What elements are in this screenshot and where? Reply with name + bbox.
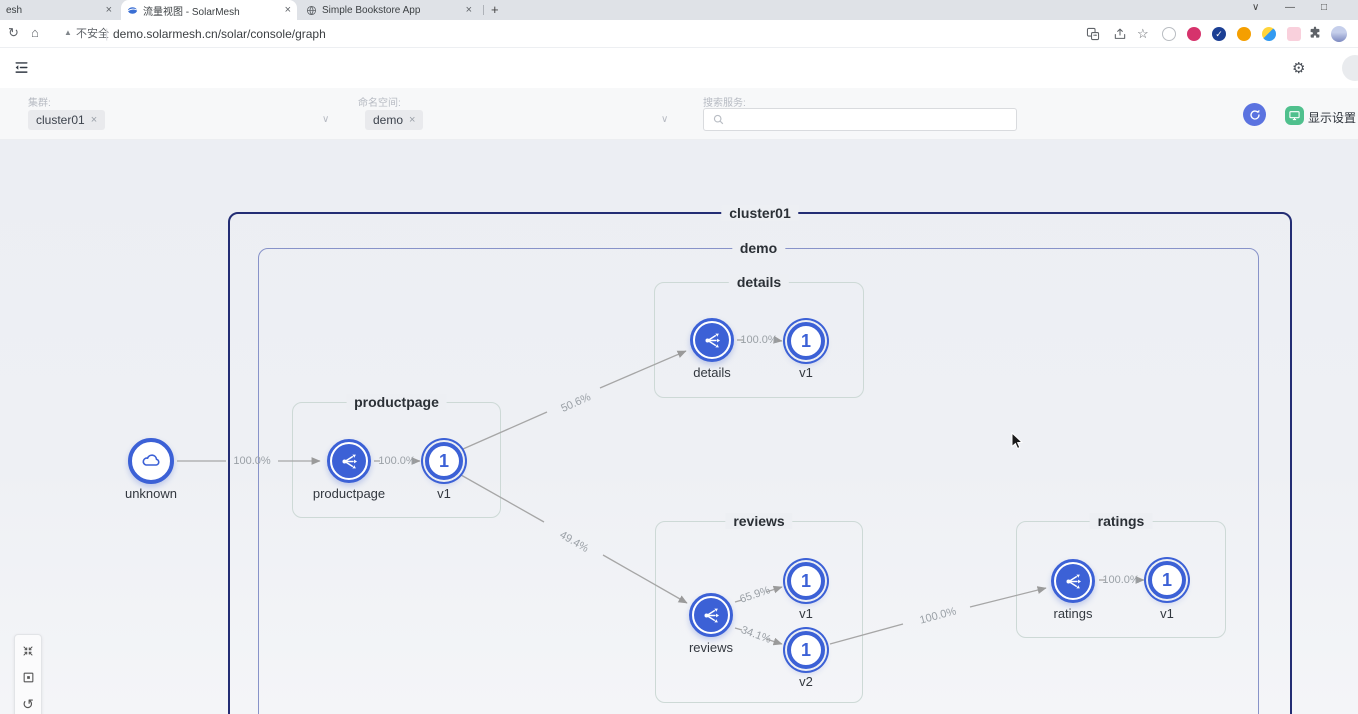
search-filter-label: 搜索服务: [703,94,746,109]
chevron-down-icon[interactable]: ∨ [322,114,329,125]
warning-icon: ▲ [64,28,72,38]
tab-title: 流量视图 - SolarMesh [143,3,280,18]
namespace-tag[interactable]: demo × [365,110,423,130]
version-count-badge: 1 [439,451,449,472]
node-reviews[interactable] [689,593,733,637]
cluster-filter-label: 集群: [28,94,51,109]
service-mesh-icon [694,598,728,632]
search-box [703,108,1017,131]
address-bar: ↻ ⌂ ▲ 不安全 | demo.solarmesh.cn/solar/cons… [0,20,1358,48]
close-icon[interactable]: × [285,5,291,16]
reset-icon[interactable]: ↺ [15,691,41,714]
edge-label: 100.0% [233,455,270,467]
node-label: unknown [125,486,177,501]
gear-icon[interactable]: ⚙ [1292,59,1305,77]
edge-label: 100.0% [1102,574,1139,586]
reload-icon[interactable]: ↻ [8,25,19,42]
search-input[interactable] [731,112,1016,128]
chevron-down-icon[interactable]: ∨ [661,114,668,125]
node-label: v1 [437,486,451,501]
service-mesh-icon [695,323,729,357]
fit-view-icon[interactable] [15,664,41,690]
version-count-badge: 1 [801,571,811,592]
display-settings-icon[interactable] [1285,106,1304,125]
fullscreen-exit-icon[interactable] [15,638,41,664]
display-settings-label[interactable]: 显示设置 [1308,109,1356,126]
node-ratings-v1[interactable]: 1 [1148,561,1186,599]
tab-traffic-view[interactable]: 流量视图 - SolarMesh × [121,0,297,20]
tab-strip: esh × 流量视图 - SolarMesh × Simple Bookstor… [0,0,1358,20]
home-icon[interactable]: ⌂ [31,25,39,42]
node-productpage-v1[interactable]: 1 [425,442,463,480]
search-icon [712,113,725,126]
extension-icon[interactable]: ✓ [1212,27,1226,41]
new-tab-button[interactable]: + [491,2,499,17]
solarmesh-favicon-icon [127,5,138,16]
node-details[interactable] [690,318,734,362]
profile-avatar[interactable] [1331,26,1347,42]
url-text[interactable]: demo.solarmesh.cn/solar/console/graph [113,27,326,43]
version-count-badge: 1 [801,331,811,352]
node-ratings[interactable] [1051,559,1095,603]
extension-icon[interactable] [1187,27,1201,41]
translate-icon[interactable] [1086,27,1100,46]
extension-icon[interactable] [1162,27,1176,41]
namespace-tag-value: demo [373,113,403,127]
node-details-v1[interactable]: 1 [787,322,825,360]
node-reviews-v2[interactable]: 1 [787,631,825,669]
browser-window: esh × 流量视图 - SolarMesh × Simple Bookstor… [0,0,1358,714]
cluster-tag-value: cluster01 [36,113,85,127]
bookmark-star-icon[interactable]: ☆ [1137,26,1149,43]
globe-favicon-icon [306,5,317,16]
cluster-tag[interactable]: cluster01 × [28,110,105,130]
node-productpage[interactable] [327,439,371,483]
traffic-graph-canvas[interactable]: cluster01 demo productpage details revie… [0,140,1358,714]
close-icon[interactable]: × [106,5,112,16]
tab-solarmesh-partial[interactable]: esh × [0,0,118,20]
node-reviews-v1[interactable]: 1 [787,562,825,600]
window-minimize-button[interactable]: — [1285,2,1295,13]
share-icon[interactable] [1113,27,1127,46]
close-icon[interactable]: × [466,5,472,16]
node-label: productpage [313,486,385,501]
filter-bar: 集群: cluster01 × ∨ 命名空间: demo × ∨ 搜索服务: 显… [0,88,1358,140]
namespace-filter-label: 命名空间: [358,94,401,109]
edge-label: 100.0% [740,334,777,346]
extensions-puzzle-icon[interactable] [1308,26,1322,45]
edge-label: 100.0% [378,455,415,467]
version-count-badge: 1 [801,640,811,661]
tab-divider [483,5,484,15]
service-mesh-icon [1056,564,1090,598]
node-label: v1 [1160,606,1174,621]
extension-icon[interactable] [1287,27,1301,41]
node-label: details [693,365,731,380]
node-label: ratings [1053,606,1092,621]
window-maximize-button[interactable]: □ [1321,2,1327,13]
remove-tag-icon[interactable]: × [409,114,415,126]
graph-edges [0,140,1358,714]
tab-title: esh [6,5,101,16]
service-mesh-icon [332,444,366,478]
mouse-cursor [1008,432,1026,455]
graph-controls: ↺ [14,634,42,714]
cloud-icon [139,449,163,473]
url-separator: | [105,26,108,43]
remove-tag-icon[interactable]: × [91,114,97,126]
tab-title: Simple Bookstore App [322,5,461,16]
version-count-badge: 1 [1162,570,1172,591]
extension-icon[interactable] [1262,27,1276,41]
extension-icon[interactable] [1237,27,1251,41]
app-header: ⚙ [0,48,1358,88]
node-label: v2 [799,674,813,689]
user-avatar[interactable] [1342,55,1358,81]
refresh-button[interactable] [1243,103,1266,126]
node-label: v1 [799,606,813,621]
node-label: v1 [799,365,813,380]
node-label: reviews [689,640,733,655]
tab-bookstore[interactable]: Simple Bookstore App × [300,0,478,20]
window-chevron-icon[interactable]: ∨ [1252,2,1259,13]
menu-fold-icon[interactable] [13,59,30,81]
node-unknown[interactable] [128,438,174,484]
